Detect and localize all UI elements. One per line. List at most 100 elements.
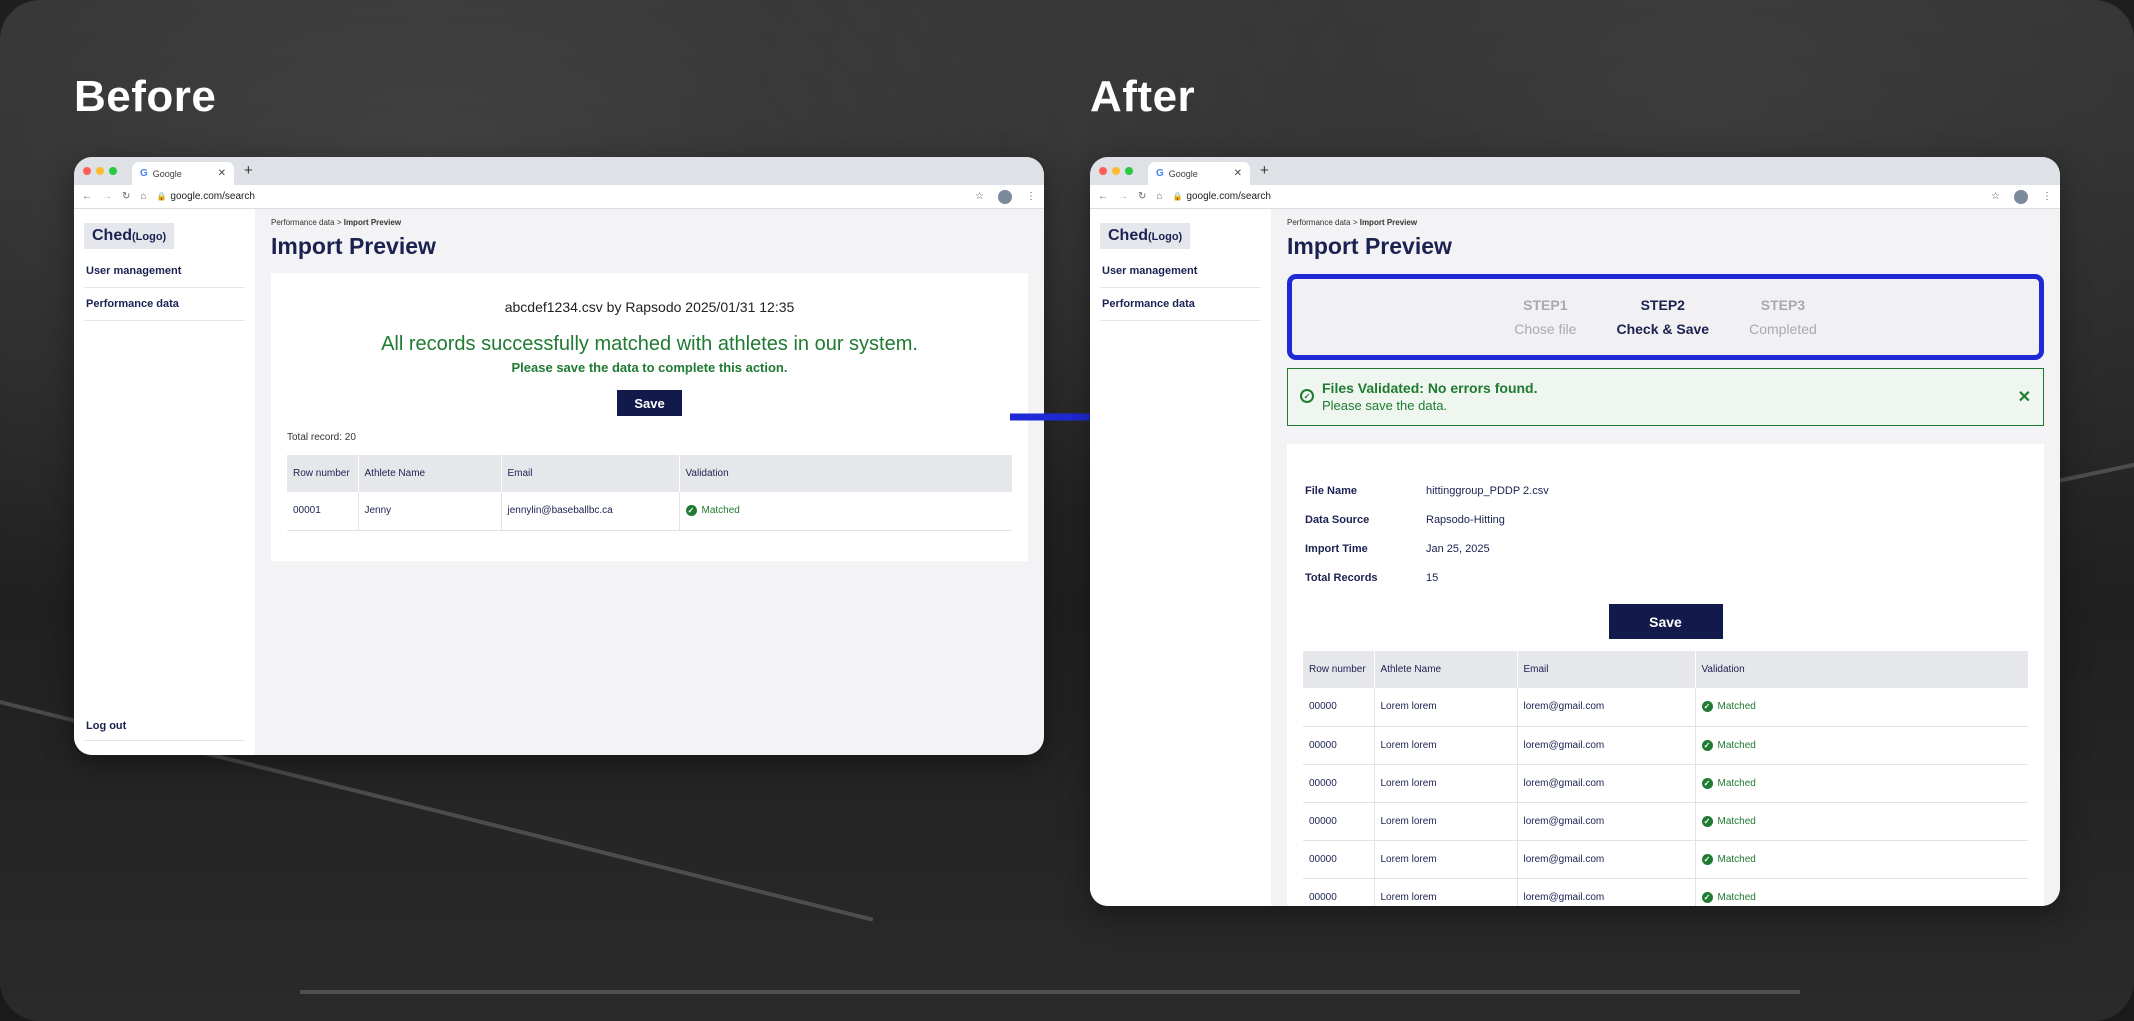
matched-status: ✓ Matched [1701, 815, 1756, 827]
tab-title: Google [1168, 168, 1198, 179]
url-field[interactable]: google.com/search [1186, 191, 1271, 202]
step-3[interactable]: STEP3 Completed [1749, 293, 1817, 341]
logo-text: Ched [92, 227, 132, 244]
back-icon[interactable]: ← [1098, 191, 1108, 202]
browser-tab[interactable]: G Google ✕ [1148, 162, 1250, 185]
close-window-dot[interactable] [1099, 167, 1107, 175]
sidebar-item-performance-data[interactable]: Performance data [1100, 288, 1261, 321]
email-cell: lorem@gmail.com [1517, 726, 1696, 765]
success-message: All records successfully matched with at… [381, 333, 918, 355]
meta-key: Data Source [1305, 513, 1370, 526]
app-logo[interactable]: Ched(Logo) [1100, 223, 1191, 249]
menu-kebab-icon[interactable]: ⋮ [1026, 191, 1036, 202]
menu-kebab-icon[interactable]: ⋮ [2042, 191, 2052, 202]
validation-label: Matched [1717, 701, 1756, 713]
meta-value: 15 [1426, 571, 1439, 584]
validation-label: Matched [1717, 891, 1756, 903]
validation-cell: ✓ Matched [1695, 726, 2028, 765]
page-title: Import Preview [1287, 233, 1452, 259]
validation-cell: ✓ Matched [1695, 764, 2028, 803]
google-icon: G [1156, 168, 1164, 179]
import-stepper: STEP1 Chose file STEP2 Check & Save STEP… [1287, 274, 2044, 360]
athlete-name-cell: Lorem lorem [1374, 726, 1518, 765]
column-header: Email [1517, 651, 1696, 688]
forward-icon[interactable]: → [102, 191, 112, 202]
bookmark-star-icon[interactable]: ☆ [1991, 191, 2000, 202]
import-result-card: abcdef1234.csv by Rapsodo 2025/01/31 12:… [271, 273, 1028, 561]
athlete-name-cell: Jenny [358, 492, 502, 531]
table-header-row: Row number Athlete Name Email Validation [1303, 651, 2028, 688]
step-1[interactable]: STEP1 Chose file [1514, 293, 1576, 341]
window-controls[interactable] [1099, 167, 1133, 175]
check-circle-icon: ✓ [1701, 853, 1713, 865]
records-table: Row number Athlete Name Email Validation… [1303, 651, 2028, 906]
new-tab-icon[interactable]: + [244, 162, 253, 179]
breadcrumb-parent[interactable]: Performance data [271, 218, 335, 227]
address-bar: ← → ↻ ⌂ 🔒 google.com/search ☆ ⋮ [1090, 185, 2060, 209]
step-label: Check & Save [1616, 321, 1710, 337]
matched-status: ✓ Matched [1701, 777, 1756, 789]
sidebar-item-user-management[interactable]: User management [1100, 255, 1261, 288]
save-button[interactable]: Save [617, 390, 682, 416]
save-button[interactable]: Save [1608, 604, 1723, 639]
logo-text: Ched [1108, 227, 1148, 244]
import-details-card: File Name hittinggroup_PDDP 2.csv Data So… [1287, 444, 2044, 906]
meta-value: hittinggroup_PDDP 2.csv [1426, 484, 1549, 497]
close-icon[interactable]: ✕ [2018, 387, 2031, 407]
table-row: 00001 Jenny jennylin@baseballbc.ca ✓ Matc… [287, 492, 1012, 531]
close-tab-icon[interactable]: ✕ [218, 168, 226, 179]
sidebar-item-user-management[interactable]: User management [84, 255, 245, 288]
main-content: Performance data > Import Preview Import… [1271, 209, 2060, 906]
row-number-cell: 00000 [1303, 726, 1375, 765]
tab-title: Google [152, 168, 182, 179]
email-cell: jennylin@baseballbc.ca [501, 492, 680, 531]
window-controls[interactable] [83, 167, 117, 175]
breadcrumb: Performance data > Import Preview [1287, 218, 2044, 227]
step-number: STEP2 [1640, 297, 1685, 313]
forward-icon[interactable]: → [1118, 191, 1128, 202]
maximize-window-dot[interactable] [109, 167, 117, 175]
minimize-window-dot[interactable] [1112, 167, 1120, 175]
profile-avatar[interactable] [998, 189, 1012, 204]
check-circle-icon: ✓ [1300, 389, 1314, 403]
url-field[interactable]: google.com/search [170, 191, 255, 202]
column-header: Row number [1303, 651, 1375, 688]
validation-cell: ✓ Matched [1695, 840, 2028, 879]
table-row: 00000 Lorem lorem lorem@gmail.com ✓ Match… [1303, 726, 2028, 765]
logout-link[interactable]: Log out [84, 720, 245, 741]
athlete-name-cell: Lorem lorem [1374, 802, 1518, 841]
app-logo[interactable]: Ched(Logo) [84, 223, 175, 249]
meta-key: Total Records [1305, 571, 1378, 584]
matched-status: ✓ Matched [1701, 853, 1756, 865]
close-tab-icon[interactable]: ✕ [1234, 168, 1242, 179]
meta-row-data-source: Data Source Rapsodo-Hitting [1305, 505, 2026, 534]
maximize-window-dot[interactable] [1125, 167, 1133, 175]
new-tab-icon[interactable]: + [1260, 162, 1269, 179]
breadcrumb: Performance data > Import Preview [271, 218, 1028, 227]
column-header: Email [501, 455, 680, 492]
column-header: Athlete Name [1374, 651, 1518, 688]
profile-avatar[interactable] [2014, 189, 2028, 204]
step-2[interactable]: STEP2 Check & Save [1616, 293, 1709, 341]
email-cell: lorem@gmail.com [1517, 840, 1696, 879]
breadcrumb-parent[interactable]: Performance data [1287, 218, 1351, 227]
file-info: abcdef1234.csv by Rapsodo 2025/01/31 12:… [504, 299, 795, 315]
minimize-window-dot[interactable] [96, 167, 104, 175]
check-circle-icon: ✓ [1701, 891, 1713, 903]
back-icon[interactable]: ← [82, 191, 92, 202]
home-icon[interactable]: ⌂ [140, 191, 146, 202]
email-cell: lorem@gmail.com [1517, 688, 1696, 727]
athlete-name-cell: Lorem lorem [1374, 764, 1518, 803]
home-icon[interactable]: ⌂ [1156, 191, 1162, 202]
lock-icon: 🔒 [1172, 192, 1183, 201]
reload-icon[interactable]: ↻ [122, 191, 130, 202]
sidebar-item-performance-data[interactable]: Performance data [84, 288, 245, 321]
email-cell: lorem@gmail.com [1517, 802, 1696, 841]
reload-icon[interactable]: ↻ [1138, 191, 1146, 202]
browser-tab[interactable]: G Google ✕ [132, 162, 234, 185]
breadcrumb-separator: > [1350, 218, 1360, 227]
close-window-dot[interactable] [83, 167, 91, 175]
bookmark-star-icon[interactable]: ☆ [975, 191, 984, 202]
column-header: Athlete Name [358, 455, 502, 492]
row-number-cell: 00001 [287, 492, 359, 531]
